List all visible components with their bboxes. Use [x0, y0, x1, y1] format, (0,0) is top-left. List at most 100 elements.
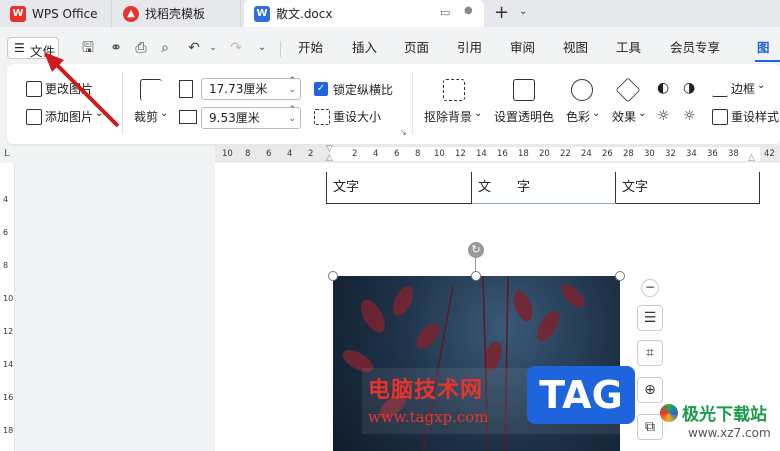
ruler-number: 4: [3, 195, 9, 204]
wps-logo-icon: W: [10, 5, 26, 22]
menu-insert[interactable]: 插入: [352, 34, 377, 62]
resize-handle[interactable]: [471, 271, 481, 281]
print-icon[interactable]: ⎙: [133, 40, 149, 56]
rotate-handle-icon[interactable]: ↻: [468, 242, 484, 258]
word-doc-icon: W: [254, 5, 270, 22]
watermark-title: 电脑技术网: [368, 378, 484, 403]
brightness-up-icon[interactable]: ◐: [657, 80, 669, 96]
tab-template[interactable]: ▲ 找稻壳模板: [113, 0, 241, 27]
ruler-number: 8: [415, 149, 421, 159]
hanging-indent-marker-icon[interactable]: △: [326, 153, 333, 163]
border-icon: [712, 81, 728, 97]
set-transparent-button[interactable]: 设置透明色: [494, 108, 554, 125]
ruler-number: 16: [3, 393, 14, 402]
table-cell[interactable]: 文字: [326, 172, 472, 204]
remove-bg-icon[interactable]: [443, 79, 465, 101]
ruler-number: 18: [518, 149, 529, 159]
tab-label: 散文.docx: [276, 7, 333, 21]
ruler-number: 6: [394, 149, 400, 159]
tab-wps-office[interactable]: W WPS Office: [0, 0, 112, 27]
ruler-number: 12: [455, 149, 466, 159]
reset-style-button[interactable]: 重设样式: [712, 108, 779, 125]
border-label: 边框: [731, 82, 756, 96]
ruler-number: 8: [3, 261, 9, 270]
color-icon[interactable]: [571, 79, 593, 101]
lock-ratio-checkbox[interactable]: ✓ 锁定纵横比: [314, 81, 393, 98]
ruler-number: 42: [764, 149, 775, 159]
menu-start[interactable]: 开始: [298, 34, 323, 62]
layout-options-icon[interactable]: ☰: [637, 305, 663, 331]
checkbox-checked-icon: ✓: [314, 82, 328, 96]
remove-background-button[interactable]: 抠除背景: [424, 108, 482, 125]
annotation-arrow: [44, 52, 120, 128]
ruler-number: 4: [287, 149, 293, 159]
ruler-number: 24: [581, 149, 592, 159]
menu-page[interactable]: 页面: [404, 34, 429, 62]
height-input[interactable]: 9.53厘米: [201, 106, 301, 129]
new-tab-icon[interactable]: +: [494, 2, 509, 23]
print-preview-icon[interactable]: ⌕: [157, 40, 173, 56]
ruler-number: 22: [560, 149, 571, 159]
vertical-ruler[interactable]: 4 6 8 10 12 14 16 18: [0, 163, 15, 451]
crop-icon[interactable]: [140, 79, 162, 101]
site-url: www.xz7.com: [688, 426, 771, 440]
menu-tools[interactable]: 工具: [616, 34, 641, 62]
set-transparent-label: 设置透明色: [494, 110, 555, 124]
crop-float-icon[interactable]: ⌗: [637, 340, 663, 366]
document-table[interactable]: 文字 文 字 文字: [326, 172, 760, 204]
ruler-number: 4: [373, 149, 379, 159]
watermark-site: 极光下载站 www.xz7.com: [658, 398, 780, 448]
ruler-number: 20: [539, 149, 550, 159]
table-cell[interactable]: 文字: [615, 172, 760, 204]
reset-size-button[interactable]: 重设大小: [314, 108, 381, 125]
site-name: 极光下载站: [682, 405, 767, 425]
reset-size-label: 重设大小: [333, 110, 382, 124]
ribbon-separator: [412, 72, 413, 134]
height-icon: [179, 110, 197, 124]
undo-dropdown-icon[interactable]: ⌄: [205, 40, 221, 56]
menu-picture[interactable]: 图片: [757, 34, 780, 83]
ruler-number: 8: [245, 149, 251, 159]
tab-stop-icon[interactable]: L: [4, 148, 10, 159]
tab-list-chevron-icon[interactable]: ⌄: [519, 6, 527, 17]
contrast-up-icon[interactable]: ☼: [657, 108, 670, 124]
resize-handle[interactable]: [615, 271, 625, 281]
undo-icon[interactable]: ↶: [186, 40, 202, 56]
size-dialog-launcher-icon[interactable]: ↘: [400, 128, 407, 137]
unsaved-dot-icon: ●: [464, 5, 473, 16]
ruler-number: 28: [623, 149, 634, 159]
menu-member[interactable]: 会员专享: [670, 34, 720, 62]
tab-document[interactable]: W 散文.docx ▭ ●: [244, 0, 484, 27]
redo-icon[interactable]: ↷: [228, 40, 244, 56]
menu-reference[interactable]: 引用: [457, 34, 482, 62]
horizontal-ruler[interactable]: 10 8 6 4 2 2 4 6 8 10 12 14 16 18 20 22 …: [215, 144, 780, 163]
effect-label: 效果: [612, 110, 637, 124]
reset-style-label: 重设样式: [731, 110, 780, 124]
menu-view[interactable]: 视图: [563, 34, 588, 62]
resize-handle[interactable]: [328, 271, 338, 281]
tab-bar: W WPS Office ▲ 找稻壳模板 W 散文.docx ▭ ● + ⌄: [0, 0, 780, 27]
ruler-number: 10: [222, 149, 233, 159]
effect-button[interactable]: 效果: [612, 108, 646, 125]
active-tab-indicator: [755, 60, 780, 62]
collapse-toolbar-icon[interactable]: −: [641, 279, 659, 297]
ruler-number: 10: [3, 294, 14, 303]
crop-button[interactable]: 裁剪: [134, 108, 168, 125]
contrast-down-icon[interactable]: ☼: [683, 108, 696, 124]
width-input[interactable]: 17.73厘米: [201, 77, 301, 100]
reset-style-icon: [712, 108, 728, 125]
watermark-url: www.tagxp.com: [368, 408, 489, 426]
ruler-number: 2: [308, 149, 314, 159]
tab-label: WPS Office: [32, 6, 98, 21]
right-indent-marker-icon[interactable]: △: [748, 153, 755, 163]
brightness-down-icon[interactable]: ◑: [683, 80, 695, 96]
color-button[interactable]: 色彩: [566, 108, 600, 125]
border-button[interactable]: 边框: [712, 80, 765, 97]
monitor-icon[interactable]: ▭: [440, 6, 450, 19]
set-transparent-icon[interactable]: [513, 79, 535, 101]
table-cell[interactable]: 文 字: [471, 172, 616, 204]
width-icon: [179, 80, 193, 98]
more-chevron-icon[interactable]: ⌄: [254, 40, 270, 56]
menu-review[interactable]: 审阅: [510, 34, 535, 62]
ruler-number: 26: [602, 149, 613, 159]
